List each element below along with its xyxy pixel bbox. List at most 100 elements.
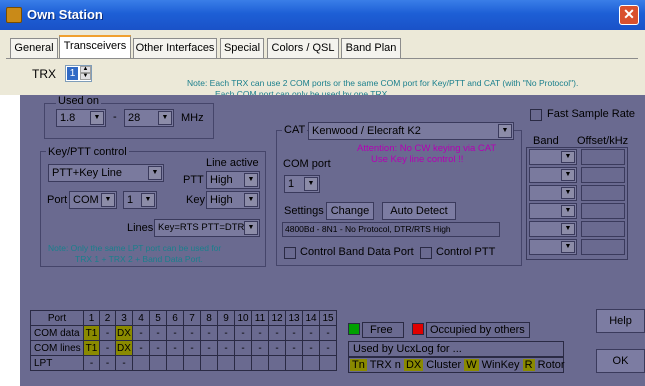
chevron-down-icon[interactable]: ▼ xyxy=(561,169,575,181)
chevron-down-icon[interactable]: ▼ xyxy=(561,205,575,217)
spin-down-icon[interactable]: ▼ xyxy=(80,73,91,80)
title-bar: Own Station ✕ xyxy=(0,0,645,30)
occupied-swatch xyxy=(412,323,424,335)
port-cell: - xyxy=(251,325,269,341)
chevron-down-icon[interactable]: ▼ xyxy=(244,173,258,187)
chevron-down-icon[interactable]: ▼ xyxy=(90,111,104,125)
tab-special[interactable]: Special xyxy=(220,38,264,58)
spin-up-icon[interactable]: ▲ xyxy=(80,66,91,73)
tab-other-interfaces[interactable]: Other Interfaces xyxy=(133,38,217,58)
port-cell: - xyxy=(302,340,320,356)
tab-band-plan[interactable]: Band Plan xyxy=(341,38,401,58)
used-on-dash: - xyxy=(113,111,117,123)
chevron-down-icon[interactable]: ▼ xyxy=(561,223,575,235)
port-cell: - xyxy=(99,340,116,356)
offset-input[interactable] xyxy=(581,203,625,219)
offset-input[interactable] xyxy=(581,167,625,183)
cat-attention-line2: Use Key line control !! xyxy=(371,154,464,165)
port-header-cell: 13 xyxy=(285,310,303,326)
port-header-cell: 5 xyxy=(149,310,167,326)
app-icon xyxy=(6,7,22,23)
tab-transceivers[interactable]: Transceivers xyxy=(59,35,131,59)
control-ptt-checkbox[interactable] xyxy=(420,247,432,259)
band-select[interactable]: ▼ xyxy=(529,167,577,183)
change-button[interactable]: Change xyxy=(326,202,374,220)
line-active-label: Line active xyxy=(206,157,259,169)
used-on-from-value: 1.8 xyxy=(60,112,76,124)
port-label: Port xyxy=(47,194,68,206)
band-select[interactable]: ▼ xyxy=(529,185,577,201)
port-cell xyxy=(217,355,235,371)
window-title: Own Station xyxy=(27,7,103,22)
used-on-to-value: 28 xyxy=(128,112,141,124)
offset-input[interactable] xyxy=(581,221,625,237)
used-on-from-select[interactable]: 1.8 ▼ xyxy=(56,109,106,127)
port-cell: - xyxy=(285,340,303,356)
band-select[interactable]: ▼ xyxy=(529,203,577,219)
code-dx: DX xyxy=(403,359,424,371)
lines-select[interactable]: Key=RTS PTT=DTR ▼ xyxy=(154,219,260,237)
band-column-header: Band xyxy=(533,135,559,147)
chevron-down-icon[interactable]: ▼ xyxy=(101,193,115,207)
band-select[interactable]: ▼ xyxy=(529,221,577,237)
trx-spinner[interactable]: 1 ▲ ▼ xyxy=(65,65,92,82)
lpt-note-line2: TRX 1 + TRX 2 + Band Data Port. xyxy=(75,254,203,264)
port-cell: - xyxy=(302,325,320,341)
port-cell: - xyxy=(200,340,218,356)
tab-colors-qsl[interactable]: Colors / QSL xyxy=(267,38,339,58)
offset-input[interactable] xyxy=(581,149,625,165)
code-r-text: Rotor xyxy=(537,359,565,371)
port-cell xyxy=(132,355,150,371)
band-select[interactable]: ▼ xyxy=(529,149,577,165)
port-usage-grid: Port 1 2 3 4 5 6 7 8 9 10 11 12 13 14 15 COM data T1- DX - -… xyxy=(30,310,337,371)
lines-value: Key=RTS PTT=DTR xyxy=(158,222,245,233)
port-cell: - xyxy=(268,340,286,356)
chevron-down-icon[interactable]: ▼ xyxy=(148,166,162,180)
chevron-down-icon[interactable]: ▼ xyxy=(304,177,318,191)
port-cell xyxy=(302,355,320,371)
cat-rig-select[interactable]: Kenwood / Elecraft K2 ▼ xyxy=(308,122,514,140)
tab-general[interactable]: General xyxy=(10,38,58,58)
key-level-select[interactable]: High ▼ xyxy=(206,191,260,209)
close-icon[interactable]: ✕ xyxy=(619,5,639,25)
lpt-note-line1: Note: Only the same LPT port can be used… xyxy=(48,243,222,253)
port-cell: - xyxy=(285,325,303,341)
ok-button[interactable]: OK xyxy=(596,349,645,373)
key-ptt-mode-select[interactable]: PTT+Key Line ▼ xyxy=(48,164,164,182)
chevron-down-icon[interactable]: ▼ xyxy=(244,193,258,207)
port-header-cell: 9 xyxy=(217,310,235,326)
chevron-down-icon[interactable]: ▼ xyxy=(244,221,258,235)
auto-detect-button[interactable]: Auto Detect xyxy=(382,202,456,220)
port-cell: - xyxy=(132,325,150,341)
chevron-down-icon[interactable]: ▼ xyxy=(561,151,575,163)
port-type-select[interactable]: COM ▼ xyxy=(69,191,117,209)
port-header-cell: 14 xyxy=(302,310,320,326)
port-cell xyxy=(166,355,184,371)
chevron-down-icon[interactable]: ▼ xyxy=(561,187,575,199)
port-header-cell: 3 xyxy=(115,310,133,326)
port-cell: - xyxy=(115,355,133,371)
chevron-down-icon[interactable]: ▼ xyxy=(561,241,575,253)
port-cell: - xyxy=(183,325,201,341)
offset-input[interactable] xyxy=(581,239,625,255)
used-by-legend: Used by UcxLog for ... xyxy=(348,341,564,357)
offset-input[interactable] xyxy=(581,185,625,201)
used-on-to-select[interactable]: 28 ▼ xyxy=(124,109,174,127)
chevron-down-icon[interactable]: ▼ xyxy=(498,124,512,138)
control-band-data-port-checkbox[interactable] xyxy=(284,247,296,259)
port-row-label: COM lines xyxy=(30,340,84,356)
settings-label: Settings xyxy=(284,205,324,217)
help-button[interactable]: Help xyxy=(596,309,645,333)
port-type-value: COM xyxy=(73,194,99,206)
ptt-level-select[interactable]: High ▼ xyxy=(206,171,260,189)
used-on-unit: MHz xyxy=(181,112,204,124)
trx-note-line1: Note: Each TRX can use 2 COM ports or th… xyxy=(187,78,579,88)
key-ptt-title: Key/PTT control xyxy=(46,146,129,158)
chevron-down-icon[interactable]: ▼ xyxy=(158,111,172,125)
port-row-label: LPT xyxy=(30,355,84,371)
cat-com-port-select[interactable]: 1 ▼ xyxy=(284,175,320,193)
port-number-select[interactable]: 1 ▼ xyxy=(123,191,157,209)
band-select[interactable]: ▼ xyxy=(529,239,577,255)
chevron-down-icon[interactable]: ▼ xyxy=(141,193,155,207)
fast-sample-rate-checkbox[interactable] xyxy=(530,109,542,121)
